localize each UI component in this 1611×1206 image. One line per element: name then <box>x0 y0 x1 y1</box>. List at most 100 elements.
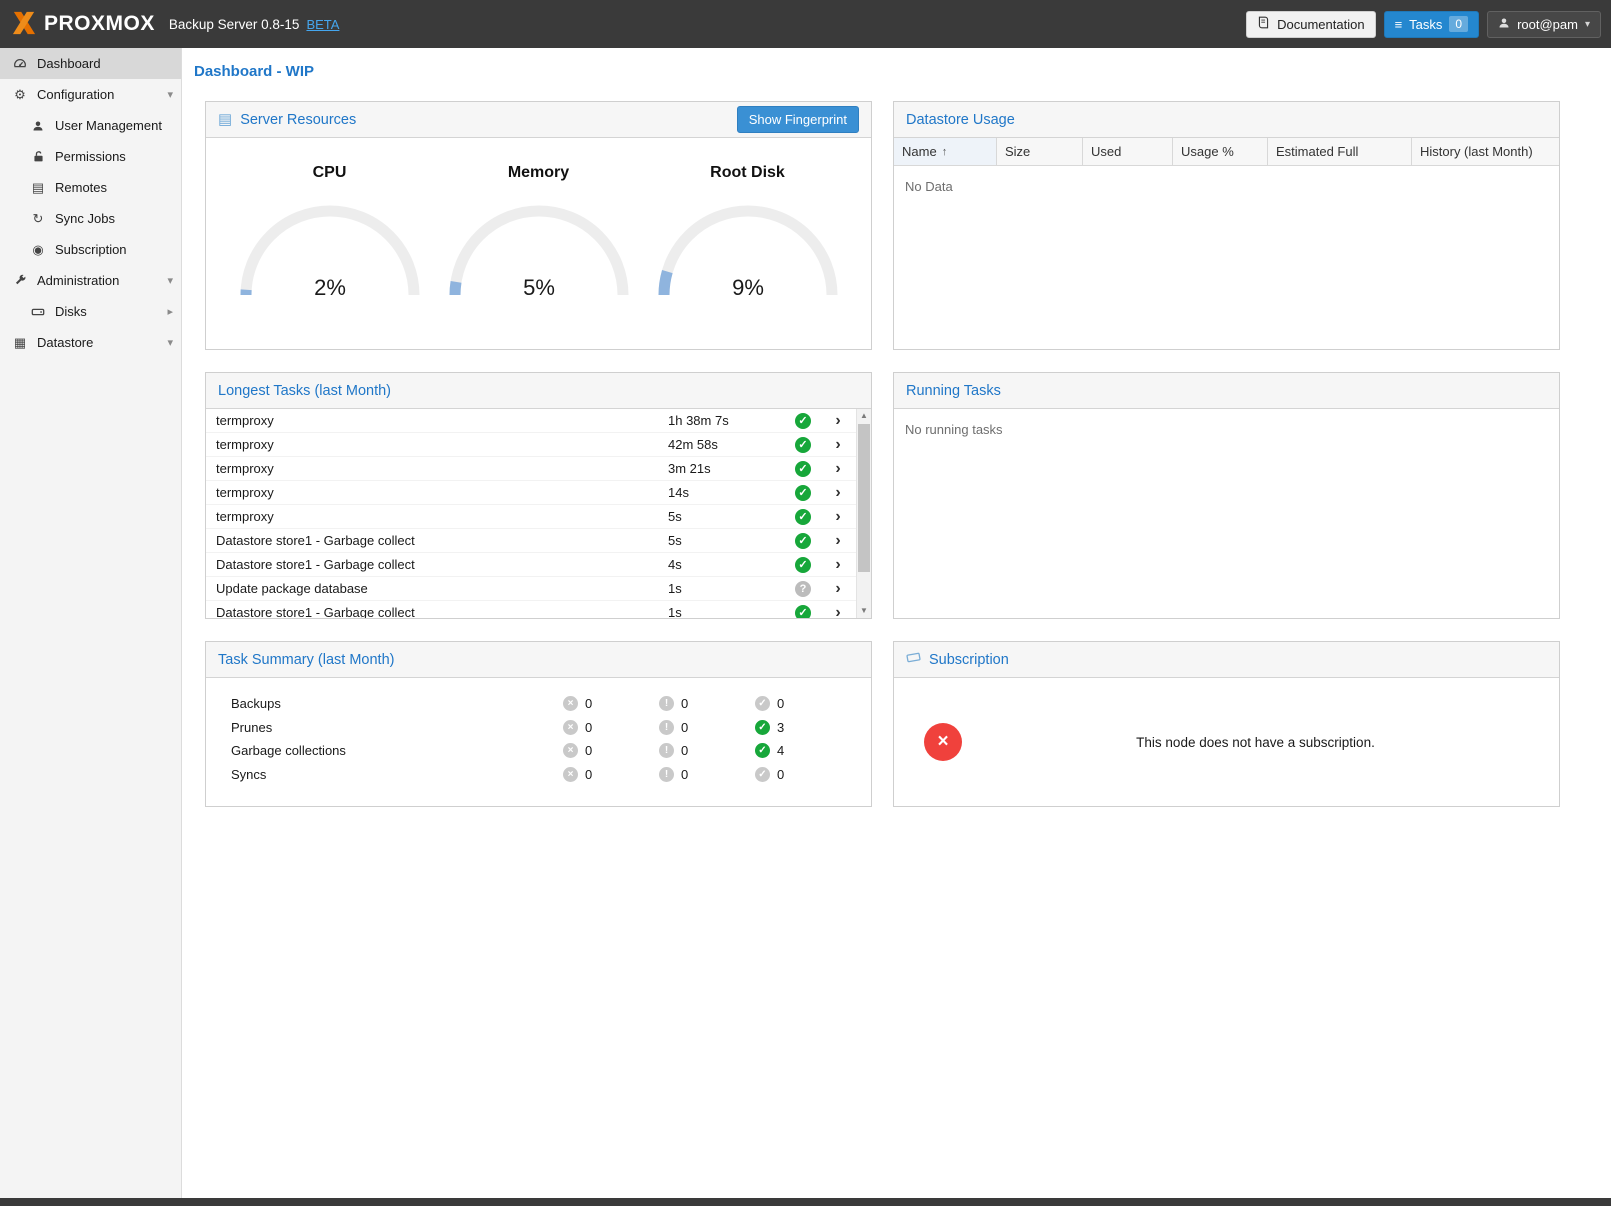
chevron-right-icon[interactable]: › <box>835 460 840 478</box>
no-data-text: No Data <box>894 166 1559 207</box>
column-header-history[interactable]: History (last Month) <box>1412 138 1559 165</box>
longest-tasks-panel: Longest Tasks (last Month) termproxy 1h … <box>205 372 872 619</box>
task-status-icon: ✓ <box>795 461 811 477</box>
gauge-arc: 5% <box>442 196 636 302</box>
show-fingerprint-button[interactable]: Show Fingerprint <box>737 106 859 133</box>
app-window: PROXMOX Backup Server 0.8-15 BETA Docume… <box>0 0 1611 1206</box>
gauge-value-text: 2% <box>314 275 346 300</box>
column-header-used[interactable]: Used <box>1083 138 1173 165</box>
wrench-icon <box>12 274 28 287</box>
sidebar-item-dashboard[interactable]: Dashboard <box>0 48 181 79</box>
beta-link[interactable]: BETA <box>306 17 339 32</box>
tasks-button[interactable]: ≡ Tasks 0 <box>1384 11 1480 38</box>
lifebuoy-icon: ◉ <box>30 243 46 256</box>
sidebar-item-label: Dashboard <box>37 56 101 71</box>
chevron-right-icon[interactable]: › <box>835 436 840 454</box>
task-row[interactable]: termproxy 14s ✓ › <box>206 481 856 505</box>
gauge-arc: 9% <box>651 196 845 302</box>
chevron-right-icon[interactable]: › <box>835 508 840 526</box>
scrollbar[interactable]: ▲ ▼ <box>856 409 871 618</box>
ok-count: 0 <box>777 696 784 711</box>
task-name: termproxy <box>216 461 668 476</box>
summary-row-backups: Backups ×0 !0 ✓0 <box>231 692 851 716</box>
sidebar-item-remotes[interactable]: ▤ Remotes <box>0 172 181 203</box>
task-name: Datastore store1 - Garbage collect <box>216 533 668 548</box>
column-header-usage-pct[interactable]: Usage % <box>1173 138 1268 165</box>
sidebar-item-user-management[interactable]: User Management <box>0 110 181 141</box>
summary-row-garbage-collections: Garbage collections ×0 !0 ✓4 <box>231 739 851 763</box>
column-label: Size <box>1005 144 1030 159</box>
running-tasks-panel: Running Tasks No running tasks <box>893 372 1560 619</box>
column-label: Used <box>1091 144 1121 159</box>
column-label: Usage % <box>1181 144 1234 159</box>
chevron-right-icon[interactable]: › <box>835 484 840 502</box>
datastore-grid-icon: ▦ <box>12 336 28 349</box>
panel-title: Running Tasks <box>906 383 1001 399</box>
user-menu-button[interactable]: root@pam ▾ <box>1487 11 1601 38</box>
expander-caret-icon[interactable]: ▾ <box>167 274 173 287</box>
gauge-label: Memory <box>437 164 640 182</box>
sidebar-item-label: User Management <box>55 118 162 133</box>
sidebar-item-subscription[interactable]: ◉ Subscription <box>0 234 181 265</box>
documentation-label: Documentation <box>1277 17 1364 32</box>
sidebar-item-label: Disks <box>55 304 87 319</box>
chevron-right-icon[interactable]: › <box>835 604 840 619</box>
gauge-value-text: 5% <box>523 275 555 300</box>
panel-title: Longest Tasks (last Month) <box>218 383 391 399</box>
gauge-label: CPU <box>228 164 431 182</box>
task-row[interactable]: termproxy 5s ✓ › <box>206 505 856 529</box>
ok-count: 4 <box>777 743 784 758</box>
task-name: Update package database <box>216 581 668 596</box>
sidebar-item-datastore[interactable]: ▦ Datastore ▾ <box>0 327 181 358</box>
task-duration: 1h 38m 7s <box>668 413 786 428</box>
logo-text: PROXMOX <box>44 12 155 36</box>
chevron-right-icon[interactable]: › <box>835 532 840 550</box>
sidebar-item-permissions[interactable]: Permissions <box>0 141 181 172</box>
scroll-up-icon[interactable]: ▲ <box>857 409 871 423</box>
task-duration: 1s <box>668 581 786 596</box>
task-row[interactable]: Datastore store1 - Garbage collect 4s ✓ … <box>206 553 856 577</box>
content-area: Dashboard - WIP ▤ Server Resources Show … <box>182 48 1611 1198</box>
column-header-name[interactable]: Name ↑ <box>894 138 997 165</box>
expander-caret-icon[interactable]: ▾ <box>167 88 173 101</box>
task-name: termproxy <box>216 437 668 452</box>
error-count-icon: × <box>563 767 578 782</box>
sidebar-item-label: Permissions <box>55 149 126 164</box>
chevron-right-icon[interactable]: › <box>835 556 840 574</box>
column-label: History (last Month) <box>1420 144 1533 159</box>
tasks-count-badge: 0 <box>1449 16 1468 32</box>
scroll-down-icon[interactable]: ▼ <box>857 604 871 618</box>
chevron-right-icon[interactable]: › <box>835 580 840 598</box>
documentation-button[interactable]: Documentation <box>1246 11 1375 38</box>
warning-count-icon: ! <box>659 696 674 711</box>
task-summary-panel: Task Summary (last Month) Backups ×0 !0 … <box>205 641 872 807</box>
task-row[interactable]: Datastore store1 - Garbage collect 1s ✓ … <box>206 601 856 618</box>
proxmox-x-icon <box>10 11 38 38</box>
sidebar-item-label: Administration <box>37 273 119 288</box>
column-header-estimated-full[interactable]: Estimated Full <box>1268 138 1412 165</box>
task-name: Datastore store1 - Garbage collect <box>216 605 668 618</box>
column-header-size[interactable]: Size <box>997 138 1083 165</box>
task-duration: 14s <box>668 485 786 500</box>
ok-count-icon: ✓ <box>755 743 770 758</box>
sidebar-item-configuration[interactable]: ⚙ Configuration ▾ <box>0 79 181 110</box>
task-row[interactable]: termproxy 1h 38m 7s ✓ › <box>206 409 856 433</box>
error-count-icon: × <box>563 743 578 758</box>
sidebar-item-label: Subscription <box>55 242 127 257</box>
datastore-usage-panel: Datastore Usage Name ↑ Size <box>893 101 1560 350</box>
expander-caret-icon[interactable]: ▸ <box>167 305 173 318</box>
task-row[interactable]: termproxy 3m 21s ✓ › <box>206 457 856 481</box>
scrollbar-thumb[interactable] <box>858 424 870 572</box>
task-duration: 42m 58s <box>668 437 786 452</box>
task-row[interactable]: Update package database 1s ? › <box>206 577 856 601</box>
sidebar-item-sync-jobs[interactable]: ↻ Sync Jobs <box>0 203 181 234</box>
task-row[interactable]: termproxy 42m 58s ✓ › <box>206 433 856 457</box>
column-label: Name <box>902 144 937 159</box>
task-row[interactable]: Datastore store1 - Garbage collect 5s ✓ … <box>206 529 856 553</box>
task-status-icon: ✓ <box>795 533 811 549</box>
expander-caret-icon[interactable]: ▾ <box>167 336 173 349</box>
sidebar-item-disks[interactable]: Disks ▸ <box>0 296 181 327</box>
sidebar-item-administration[interactable]: Administration ▾ <box>0 265 181 296</box>
chevron-right-icon[interactable]: › <box>835 412 840 430</box>
summary-label: Prunes <box>231 720 563 735</box>
